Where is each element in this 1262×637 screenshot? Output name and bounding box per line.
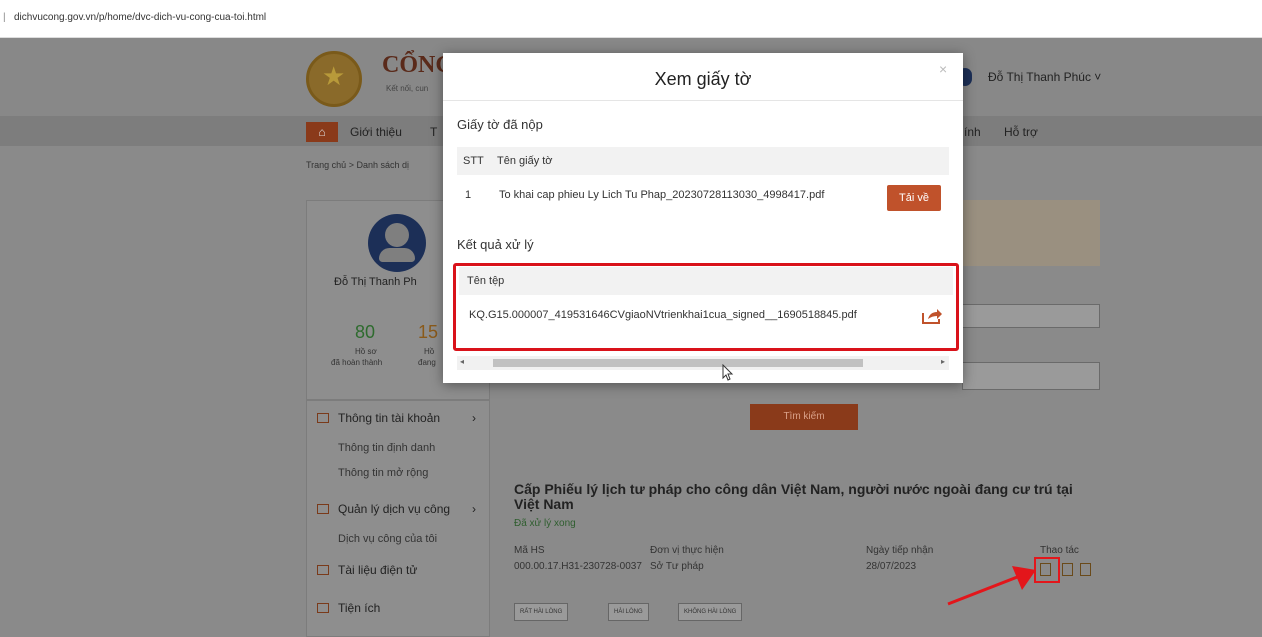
search-button[interactable]: Tìm kiếm: [750, 404, 858, 430]
submitted-section-title: Giấy tờ đã nộp: [457, 117, 543, 132]
col-stt: STT: [463, 155, 484, 167]
chevron-right-icon: ›: [472, 502, 476, 516]
scroll-right-icon[interactable]: ▸: [941, 357, 945, 366]
sidebar-item-documents[interactable]: Tài liệu điện tử: [338, 563, 417, 577]
status-select[interactable]: [962, 362, 1100, 390]
download-button[interactable]: Tải về: [887, 185, 941, 211]
sidebar-item-my-services[interactable]: Dịch vụ công của tôi: [338, 533, 437, 545]
col-document-name: Tên giấy tờ: [497, 155, 553, 167]
horizontal-scrollbar[interactable]: ◂ ▸: [457, 356, 949, 370]
browser-url-bar[interactable]: | dichvucong.gov.vn/p/home/dvc-dich-vu-c…: [0, 0, 1262, 38]
decorative-banner: [960, 200, 1100, 266]
modal-header: Xem giấy tờ ×: [443, 53, 963, 101]
rating-unsatisfied-button[interactable]: KHÔNG HÀI LÒNG: [678, 603, 743, 621]
home-icon[interactable]: ⌂: [306, 122, 338, 142]
record-title[interactable]: Cấp Phiếu lý lịch tư pháp cho công dân V…: [514, 482, 1094, 512]
sidebar-item-utilities[interactable]: Tiện ích: [338, 601, 380, 615]
record-unit: Sở Tư pháp: [650, 561, 704, 572]
url-text[interactable]: dichvucong.gov.vn/p/home/dvc-dich-vu-con…: [14, 12, 266, 23]
search-input[interactable]: [962, 304, 1100, 328]
sidebar-item-extended-info[interactable]: Thông tin mở rộng: [338, 467, 428, 479]
history-icon[interactable]: [1080, 563, 1091, 576]
nav-item-partial[interactable]: T: [430, 125, 437, 139]
sidebar-item-services[interactable]: Quản lý dịch vụ công: [338, 502, 450, 516]
nav-item-intro[interactable]: Giới thiệu: [350, 125, 402, 139]
share-icon[interactable]: [921, 307, 943, 325]
completed-label-2: đã hoàn thành: [331, 358, 383, 367]
profile-name: Đỗ Thị Thanh Ph: [334, 276, 417, 288]
view-documents-modal: Xem giấy tờ × Giấy tờ đã nộp STT Tên giấ…: [443, 53, 963, 383]
col-code-label: Mã HS: [514, 545, 545, 556]
sidebar-item-account[interactable]: Thông tin tài khoản: [338, 411, 440, 425]
logo-subtitle: Kết nối, cun: [386, 84, 429, 93]
nav-item-partial-right[interactable]: ính: [964, 125, 981, 139]
result-section-title: Kết quả xử lý: [457, 237, 534, 252]
col-file-name: Tên tệp: [467, 275, 505, 287]
profile-avatar-icon: [368, 214, 426, 272]
chevron-right-icon: ›: [472, 411, 476, 425]
rating-satisfied-button[interactable]: HÀI LÒNG: [608, 603, 649, 621]
modal-title: Xem giấy tờ: [654, 69, 752, 89]
url-separator: |: [3, 12, 6, 23]
record-code: 000.00.17.H31-230728-0037: [514, 561, 642, 572]
nav-item-support[interactable]: Hỗ trợ: [1004, 125, 1038, 139]
scrollbar-thumb[interactable]: [493, 359, 863, 367]
col-unit-label: Đơn vị thực hiện: [650, 545, 724, 556]
close-icon[interactable]: ×: [939, 61, 947, 77]
account-icon: [317, 413, 329, 423]
record-date: 28/07/2023: [866, 561, 917, 572]
record-status: Đã xử lý xong: [514, 518, 576, 529]
red-arrow-annotation: [947, 566, 1036, 606]
processing-label-2: đang: [418, 358, 436, 367]
submitted-row-stt: 1: [465, 189, 472, 201]
completed-count: 80: [355, 322, 376, 342]
rating-very-satisfied-button[interactable]: RẤT HÀI LÒNG: [514, 603, 569, 621]
sidebar-item-identity[interactable]: Thông tin định danh: [338, 442, 435, 454]
folder-icon: [317, 504, 329, 514]
edit-icon[interactable]: [1062, 563, 1073, 576]
completed-label-1: Hồ sơ: [355, 347, 377, 356]
processing-label-1: Hồ: [424, 347, 435, 356]
sidebar-menu: [306, 400, 490, 637]
utilities-icon: [317, 603, 329, 613]
result-table-header: Tên tệp: [459, 267, 953, 295]
user-menu[interactable]: Đỗ Thị Thanh Phúc ˅: [988, 70, 1101, 84]
document-icon: [317, 565, 329, 575]
processing-count: 15: [418, 322, 439, 342]
submitted-table-header: STT Tên giấy tờ: [457, 147, 949, 175]
col-date-label: Ngày tiếp nhận: [866, 545, 934, 556]
result-file-name[interactable]: KQ.G15.000007_419531646CVgiaoNVtrienkhai…: [469, 309, 857, 321]
breadcrumb[interactable]: Trang chủ > Danh sách dị: [306, 160, 409, 170]
submitted-row-name: To khai cap phieu Ly Lich Tu Phap_202307…: [499, 189, 825, 201]
scroll-left-icon[interactable]: ◂: [460, 357, 464, 366]
national-emblem-logo: [306, 51, 362, 107]
col-actions-label: Thao tác: [1040, 545, 1079, 556]
mouse-cursor-icon: [722, 364, 734, 381]
